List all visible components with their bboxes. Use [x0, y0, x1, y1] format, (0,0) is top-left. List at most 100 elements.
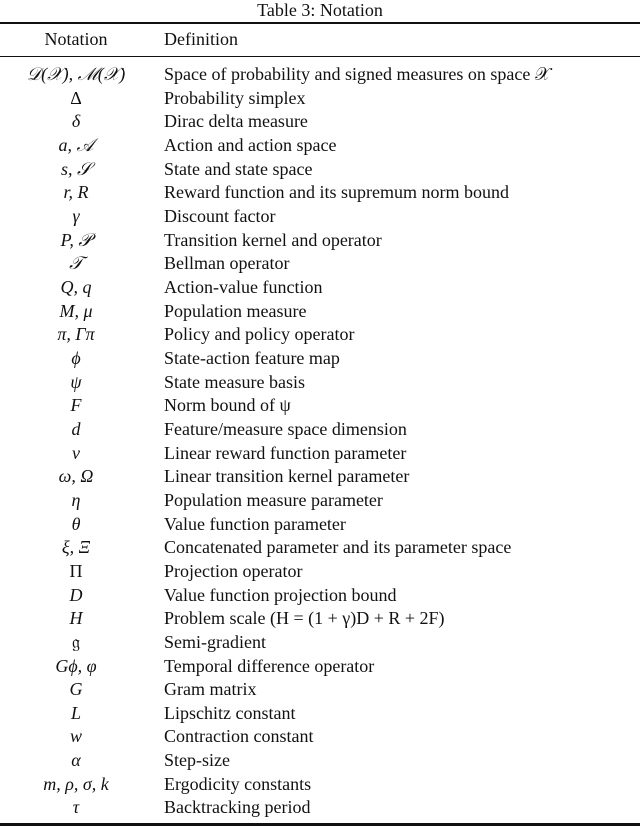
table-row: a, 𝒜 Action and action space [0, 134, 640, 158]
definition-cell: Ergodicity constants [164, 773, 312, 794]
table-row: 𝒟(𝒳), ℳ(𝒳) Space of probability and signe… [0, 63, 640, 87]
definition-cell: Bellman operator [164, 253, 290, 274]
notation-cell: G [69, 679, 83, 700]
table-row: ω, Ω Linear transition kernel parameter [0, 465, 640, 489]
definition-cell: Semi-gradient [164, 631, 266, 652]
definition-cell: Dirac delta measure [164, 111, 308, 132]
table-row: η Population measure parameter [0, 489, 640, 513]
notation-cell: ω, Ω [58, 466, 94, 487]
table-row: w Contraction constant [0, 725, 640, 749]
definition-cell: State and state space [164, 158, 313, 179]
definition-cell: Reward function and its supremum norm bo… [164, 182, 509, 203]
notation-cell: a, 𝒜 [58, 134, 94, 155]
definition-cell: Backtracking period [164, 797, 311, 818]
table-row: m, ρ, σ, k Ergodicity constants [0, 773, 640, 797]
notation-cell: s, 𝒮 [61, 158, 91, 179]
notation-cell: θ [71, 513, 81, 534]
notation-cell: δ [71, 111, 81, 132]
table-row: δ Dirac delta measure [0, 110, 640, 134]
definition-cell: Action-value function [164, 276, 323, 297]
notation-cell: r, R [63, 182, 89, 203]
notation-cell: P, 𝒫 [60, 229, 92, 250]
definition-cell: Norm bound of ψ [164, 395, 291, 416]
notation-cell: ξ, Ξ [61, 537, 91, 558]
notation-cell: ϕ [71, 347, 81, 368]
notation-cell: 𝔤 [71, 631, 80, 652]
definition-cell: Population measure [164, 300, 307, 321]
table-row: ξ, Ξ Concatenated parameter and its param… [0, 536, 640, 560]
table-row: Gϕ, φ Temporal difference operator [0, 655, 640, 679]
table-row: γ Discount factor [0, 205, 640, 229]
notation-cell: 𝒯 [69, 253, 83, 274]
notation-cell: η [71, 489, 81, 510]
table-row: M, μ Population measure [0, 300, 640, 324]
definition-cell: Temporal difference operator [164, 655, 375, 676]
notation-cell: H [69, 608, 83, 629]
definition-cell: Lipschitz constant [164, 702, 296, 723]
definition-cell: State measure basis [164, 371, 305, 392]
notation-cell: M, μ [59, 300, 93, 321]
table-header: Notation Definition [0, 28, 640, 52]
table-row: Q, q Action-value function [0, 276, 640, 300]
table-row: d Feature/measure space dimension [0, 418, 640, 442]
notation-cell: L [70, 702, 81, 723]
notation-cell: d [71, 418, 81, 439]
notation-cell: m, ρ, σ, k [43, 773, 109, 794]
table-row: π, Γπ Policy and policy operator [0, 323, 640, 347]
table-row: ν Linear reward function parameter [0, 442, 640, 466]
table-row: P, 𝒫 Transition kernel and operator [0, 229, 640, 253]
definition-cell: Policy and policy operator [164, 324, 355, 345]
notation-cell: w [69, 726, 82, 747]
definition-cell: Gram matrix [164, 679, 257, 700]
table-row: s, 𝒮 State and state space [0, 158, 640, 182]
notation-cell: τ [72, 797, 80, 818]
definition-cell: Population measure parameter [164, 489, 383, 510]
table-row: ψ State measure basis [0, 371, 640, 395]
table-caption: Table 3: Notation [257, 0, 383, 20]
definition-cell: State-action feature map [164, 347, 340, 368]
notation-cell: ψ [70, 371, 82, 392]
notation-cell: Q, q [60, 276, 92, 297]
table-row: H Problem scale (H = (1 + γ)D + R + 2F) [0, 607, 640, 631]
definition-cell: Transition kernel and operator [164, 229, 382, 250]
notation-cell: Δ [70, 87, 82, 108]
table-row: α Step-size [0, 749, 640, 773]
header-definition: Definition [164, 29, 238, 49]
table-row: 𝔤 Semi-gradient [0, 631, 640, 655]
table-row: ϕ State-action feature map [0, 347, 640, 371]
definition-cell: Contraction constant [164, 726, 314, 747]
definition-cell: Projection operator [164, 560, 303, 581]
top-rule [0, 22, 640, 24]
definition-cell: Feature/measure space dimension [164, 418, 407, 439]
table-row: G Gram matrix [0, 678, 640, 702]
table-row: L Lipschitz constant [0, 702, 640, 726]
table-row: τ Backtracking period [0, 796, 640, 820]
notation-cell: π, Γπ [57, 324, 95, 345]
definition-cell: Value function parameter [164, 513, 346, 534]
header-notation: Notation [44, 29, 108, 49]
definition-cell: Step-size [164, 750, 230, 771]
definition-cell: Concatenated parameter and its parameter… [164, 537, 512, 558]
table-row: θ Value function parameter [0, 513, 640, 537]
table-row: D Value function projection bound [0, 584, 640, 608]
definition-cell: Linear transition kernel parameter [164, 466, 410, 487]
table-row: F Norm bound of ψ [0, 394, 640, 418]
notation-cell: D [69, 584, 83, 605]
notation-cell: Gϕ, φ [55, 655, 97, 676]
definition-cell: Value function projection bound [164, 584, 397, 605]
definition-cell: Space of probability and signed measures… [164, 64, 551, 84]
notation-cell: 𝒟(𝒳), ℳ(𝒳) [26, 64, 126, 84]
definition-cell: Probability simplex [164, 87, 306, 108]
definition-cell: Action and action space [164, 134, 337, 155]
header-rule [0, 56, 640, 58]
notation-cell: α [71, 750, 81, 771]
notation-cell: F [70, 395, 82, 416]
table-row: Δ Probability simplex [0, 87, 640, 111]
table-row: r, R Reward function and its supremum nor… [0, 181, 640, 205]
notation-cell: ν [72, 442, 80, 463]
table-row: Π Projection operator [0, 560, 640, 584]
notation-cell: Π [69, 560, 83, 581]
definition-cell: Problem scale (H = (1 + γ)D + R + 2F) [164, 608, 445, 629]
table-row: 𝒯 Bellman operator [0, 252, 640, 276]
definition-cell: Discount factor [164, 205, 276, 226]
